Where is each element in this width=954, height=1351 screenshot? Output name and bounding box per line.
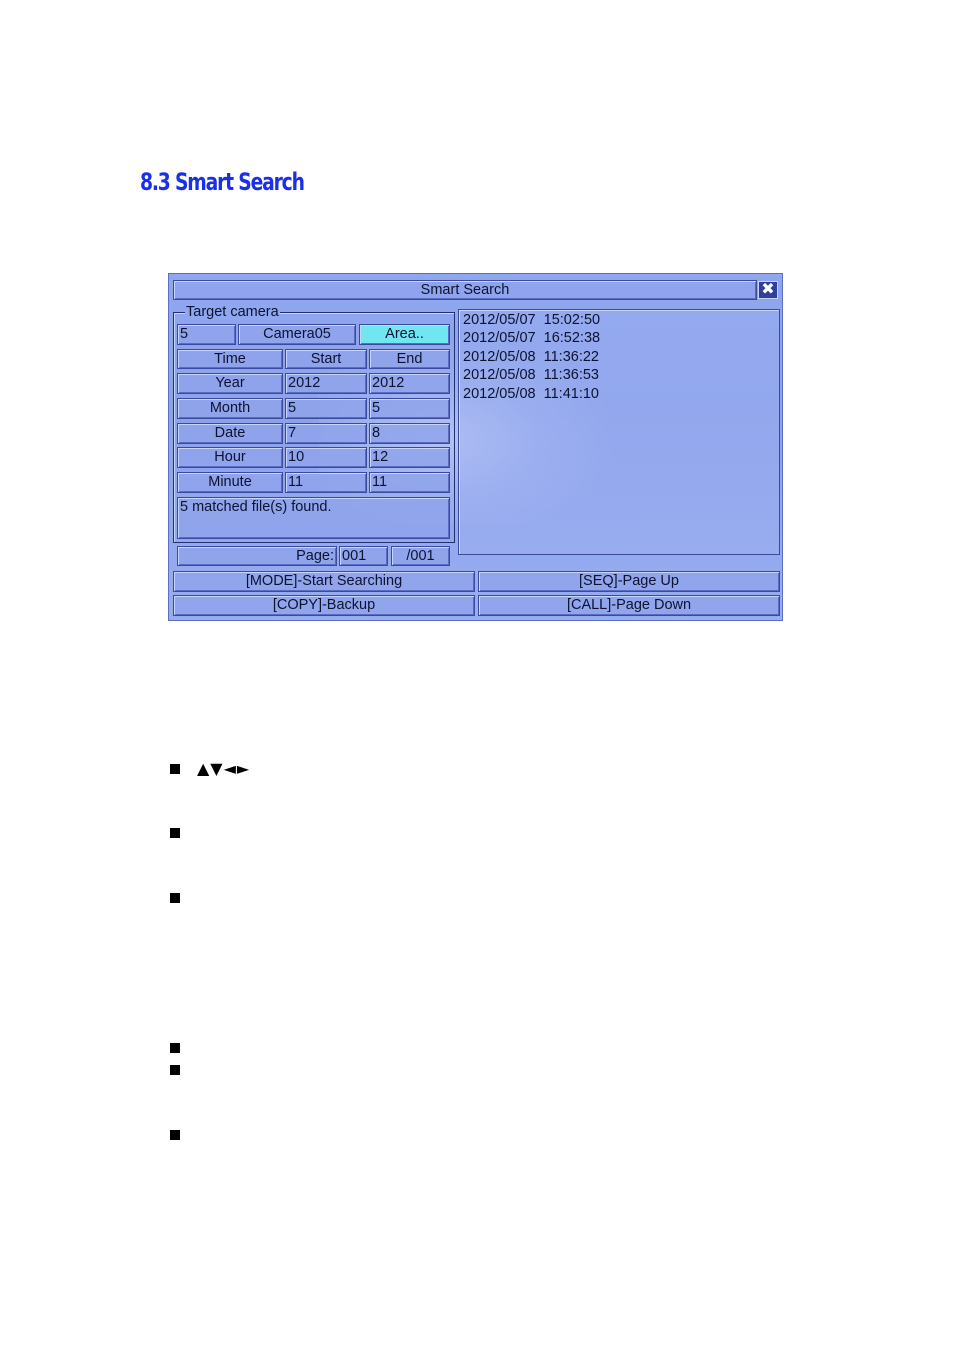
date-end-field[interactable]: 8: [369, 423, 450, 444]
arrow-keys-icon: ▲▼◄►: [197, 759, 251, 778]
row-label-month: Month: [177, 398, 283, 419]
column-header-start: Start: [285, 349, 367, 369]
hour-end-field[interactable]: 12: [369, 447, 450, 468]
column-header-end: End: [369, 349, 450, 369]
target-camera-label: Target camera: [185, 304, 280, 320]
month-end-field[interactable]: 5: [369, 398, 450, 419]
column-header-time: Time: [177, 349, 283, 369]
hour-start-field[interactable]: 10: [285, 447, 367, 468]
mode-start-searching-button[interactable]: [MODE]-Start Searching: [173, 571, 475, 592]
bullet-square-icon: [170, 1130, 180, 1140]
bullet-square-icon: [170, 1043, 180, 1053]
dialog-title: Smart Search: [173, 280, 757, 300]
page-label: Page:: [177, 546, 337, 566]
minute-end-field[interactable]: 11: [369, 472, 450, 493]
minute-start-field[interactable]: 11: [285, 472, 367, 493]
area-button[interactable]: Area..: [359, 324, 450, 345]
page-total: /001: [391, 546, 450, 566]
result-item[interactable]: 2012/05/07 16:52:38: [463, 329, 600, 347]
bullet-square-icon: [170, 893, 180, 903]
month-start-field[interactable]: 5: [285, 398, 367, 419]
year-end-field[interactable]: 2012: [369, 373, 450, 394]
camera-name-field[interactable]: Camera05: [238, 324, 356, 345]
row-label-minute: Minute: [177, 472, 283, 493]
row-label-hour: Hour: [177, 447, 283, 468]
bullet-square-icon: [170, 764, 180, 774]
smart-search-dialog: Smart Search ✖ Target camera 5 Camera05 …: [168, 273, 783, 621]
year-start-field[interactable]: 2012: [285, 373, 367, 394]
page-current-field[interactable]: 001: [339, 546, 388, 566]
date-start-field[interactable]: 7: [285, 423, 367, 444]
bullet-square-icon: [170, 828, 180, 838]
result-item[interactable]: 2012/05/07 15:02:50: [463, 311, 600, 329]
close-icon[interactable]: ✖: [758, 281, 778, 299]
camera-number-field[interactable]: 5: [177, 324, 236, 345]
bullet-square-icon: [170, 1065, 180, 1075]
row-label-year: Year: [177, 373, 283, 394]
result-item[interactable]: 2012/05/08 11:36:53: [463, 366, 599, 384]
call-page-down-button[interactable]: [CALL]-Page Down: [478, 595, 780, 616]
row-label-date: Date: [177, 423, 283, 444]
seq-page-up-button[interactable]: [SEQ]-Page Up: [478, 571, 780, 592]
result-item[interactable]: 2012/05/08 11:41:10: [463, 385, 599, 403]
status-message: 5 matched file(s) found.: [177, 497, 450, 539]
result-item[interactable]: 2012/05/08 11:36:22: [463, 348, 599, 366]
copy-backup-button[interactable]: [COPY]-Backup: [173, 595, 475, 616]
section-heading: 8.3 Smart Search: [140, 168, 305, 196]
results-list: 2012/05/07 15:02:50 2012/05/07 16:52:38 …: [458, 309, 780, 555]
